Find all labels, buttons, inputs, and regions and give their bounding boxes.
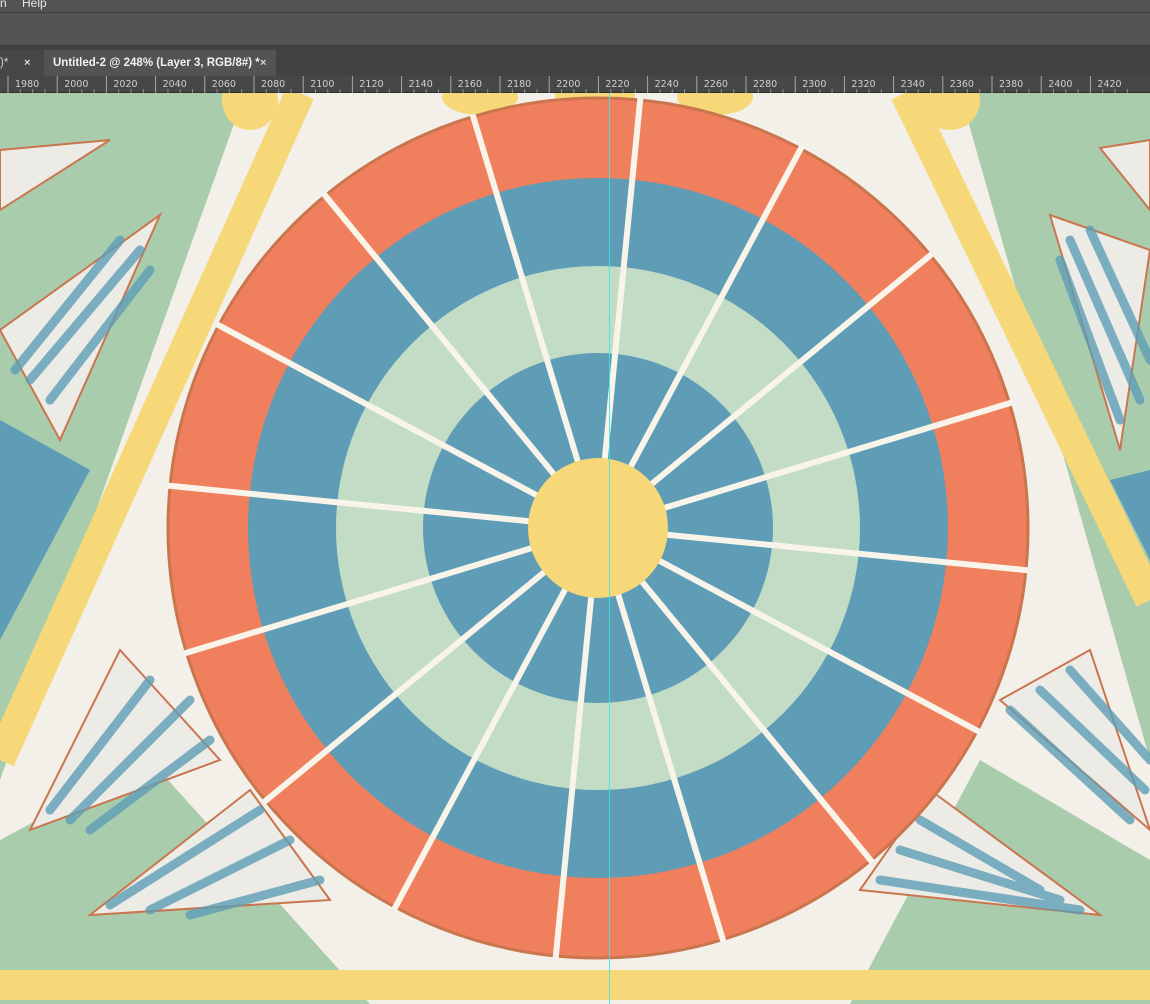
center-yellow-hub (528, 458, 668, 598)
close-icon[interactable]: × (260, 50, 266, 76)
menu-item-window[interactable]: n (0, 0, 7, 10)
ruler-label: 2320 (851, 79, 875, 90)
ruler-label: 2240 (655, 79, 679, 90)
ruler-label: 2120 (359, 79, 383, 90)
ruler-label: 2080 (261, 79, 285, 90)
ruler-label: 2160 (458, 79, 482, 90)
ruler-label: 2140 (409, 79, 433, 90)
horizontal-ruler[interactable]: 1980 2000 2020 2040 2060 2080 2100 2120 2140 2160… (0, 76, 1150, 93)
ruler-label: 2420 (1097, 79, 1121, 90)
ruler-label: 2340 (901, 79, 925, 90)
tab-untitled-2[interactable]: Untitled-2 @ 248% (Layer 3, RGB/8#) * × (44, 50, 276, 76)
vertical-guide-line[interactable] (609, 93, 610, 1004)
ruler-label: 2040 (163, 79, 187, 90)
ruler-label: 2020 (113, 79, 137, 90)
document-canvas[interactable] (0, 93, 1150, 1004)
ruler-label: 2400 (1048, 79, 1072, 90)
tab-label: Untitled-2 @ 248% (Layer 3, RGB/8#) * (53, 57, 260, 69)
ruler-label: 2280 (753, 79, 777, 90)
ruler-ticks: 1980 2000 2020 2040 2060 2080 2100 2120 2140 2160… (7, 76, 1128, 93)
menu-item-help[interactable]: Help (22, 0, 47, 10)
close-icon[interactable]: × (24, 50, 30, 76)
ruler-label: 1980 (15, 79, 39, 90)
ruler-label: 2180 (507, 79, 531, 90)
ruler-label: 2220 (605, 79, 629, 90)
tab-label: )* (0, 57, 9, 69)
menu-bar: n Help (0, 0, 1150, 12)
ruler-label: 2100 (310, 79, 334, 90)
ruler-label: 2300 (802, 79, 826, 90)
tab-previous-document[interactable]: )* × (0, 50, 44, 76)
options-bar (0, 12, 1150, 46)
ruler-label: 2200 (556, 79, 580, 90)
document-tab-bar: )* × Untitled-2 @ 248% (Layer 3, RGB/8#)… (0, 46, 1150, 76)
ruler-label: 2380 (999, 79, 1023, 90)
ruler-label: 2260 (704, 79, 728, 90)
medallion (166, 96, 1030, 960)
artwork (0, 93, 1150, 1004)
ruler-label: 2360 (950, 79, 974, 90)
ruler-label: 2000 (64, 79, 88, 90)
ruler-label: 2060 (212, 79, 236, 90)
